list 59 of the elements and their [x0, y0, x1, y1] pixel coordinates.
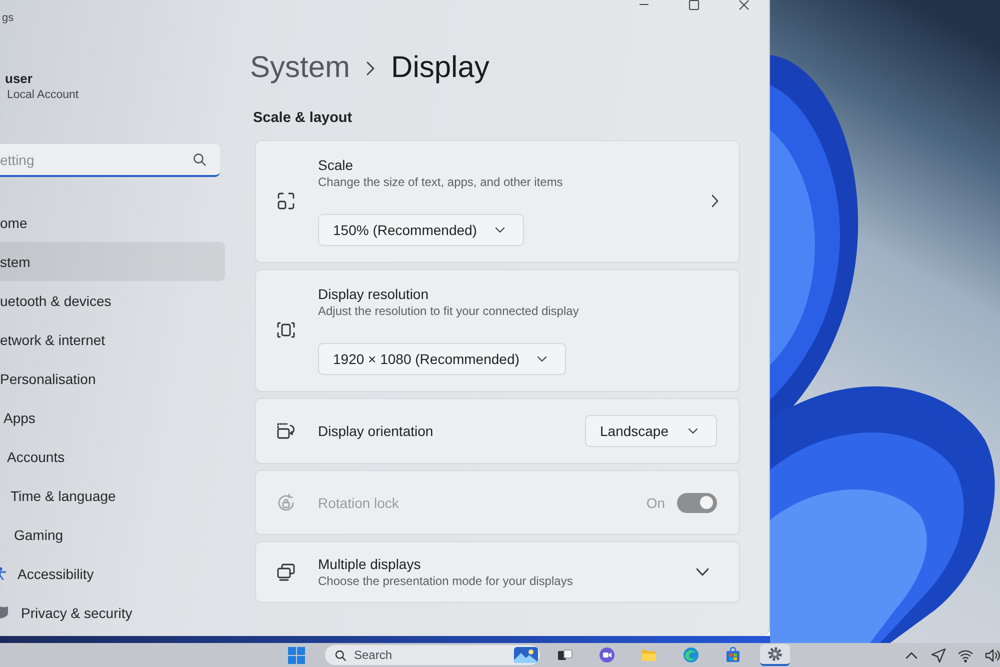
search-icon: [193, 153, 206, 166]
rotation-lock-icon: [276, 492, 296, 512]
monitors-icon: [276, 562, 296, 582]
breadcrumb-parent[interactable]: System: [250, 48, 350, 88]
chevron-right-icon[interactable]: [711, 194, 719, 208]
nav-item[interactable]: ome: [0, 203, 225, 242]
setting-title: Display resolution: [318, 285, 428, 303]
orientation-icon: [276, 421, 296, 441]
wifi-icon[interactable]: [958, 648, 973, 662]
window-title: gs: [1, 11, 14, 25]
nav-item[interactable]: Gaming: [0, 515, 225, 554]
gear-icon: [767, 646, 783, 662]
taskbar-app-button[interactable]: [760, 644, 790, 666]
video-chat-icon: [599, 647, 615, 663]
account-type: Local Account: [6, 88, 79, 103]
nav-item[interactable]: stem: [0, 242, 225, 281]
nav-item[interactable]: Accounts: [0, 437, 225, 476]
maximize-icon[interactable]: [689, 0, 699, 10]
taskbar-search-field[interactable]: Search: [325, 645, 540, 665]
setting-description: Adjust the resolution to fit your connected display: [318, 303, 579, 319]
speaker-icon[interactable]: [985, 648, 1000, 662]
user-name: user: [4, 71, 32, 87]
picture-icon: [514, 647, 538, 663]
dropdown[interactable]: 150% (Recommended): [318, 214, 524, 246]
page-title: Display: [391, 50, 490, 86]
nav-item[interactable]: Time & language: [0, 476, 225, 515]
close-icon[interactable]: [739, 0, 749, 10]
caret-icon: [494, 227, 505, 233]
resolution-icon: [276, 320, 296, 340]
setting-title: Multiple displays: [318, 555, 421, 573]
nav-item[interactable]: Privacy & security: [0, 593, 225, 632]
folder-icon: [641, 647, 657, 663]
caret-icon: [537, 356, 548, 362]
nav-item[interactable]: Accessibility: [0, 554, 225, 593]
location-icon[interactable]: [931, 648, 946, 662]
task-view-icon: [557, 647, 573, 663]
toggle-state-label: On: [646, 494, 665, 510]
setting-title: Scale: [318, 156, 354, 174]
chevron-down-icon[interactable]: [696, 568, 709, 576]
setting-title: Rotation lock: [318, 494, 400, 512]
nav-item[interactable]: Apps: [0, 398, 225, 437]
nav-item[interactable]: Personalisation: [0, 359, 225, 398]
setting-title: Display orientation: [318, 422, 434, 440]
browser-icon: [683, 647, 699, 663]
store-icon: [725, 647, 741, 663]
setting-card[interactable]: Multiple displays Choose the presentation mode for your displays: [255, 541, 740, 603]
breadcrumb-chevron-icon: [366, 60, 376, 76]
accessibility-icon: [0, 567, 6, 580]
dropdown[interactable]: 1920 × 1080 (Recommended): [318, 343, 566, 375]
setting-description: Choose the presentation mode for your displays: [318, 573, 573, 589]
dropdown[interactable]: Landscape: [585, 415, 717, 447]
nav-item[interactable]: etwork & internet: [0, 320, 225, 359]
shield-icon: [0, 606, 8, 619]
setting-description: Change the size of text, apps, and other items: [318, 174, 563, 190]
caret-icon: [688, 428, 698, 434]
search-icon: [335, 650, 346, 660]
scale-icon: [276, 191, 296, 211]
section-heading: Scale & layout: [253, 109, 352, 128]
nav-item[interactable]: uetooth & devices: [0, 281, 225, 320]
